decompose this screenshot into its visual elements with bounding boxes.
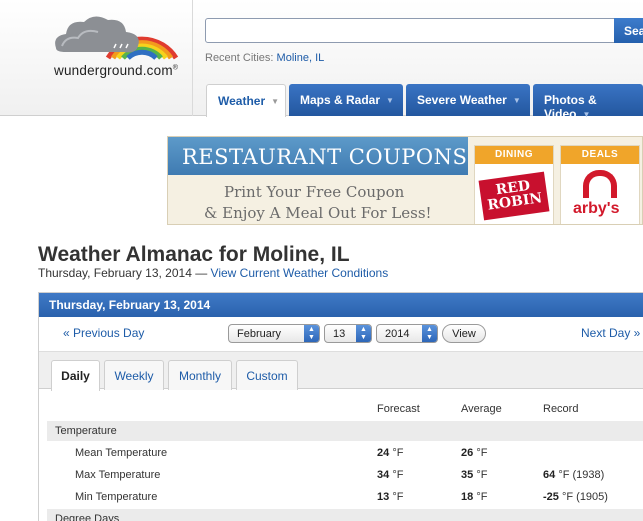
tab-daily[interactable]: Daily	[51, 360, 100, 391]
value: 13	[377, 491, 390, 503]
unit: °F	[392, 447, 404, 459]
updown-arrows-icon: ▲ ▼	[422, 325, 437, 342]
updown-arrows-icon: ▲ ▼	[304, 325, 319, 342]
ad-title: RESTAURANT COUPONS	[168, 137, 468, 175]
search-button[interactable]: Sea	[614, 18, 643, 43]
chevron-down-icon: ▼	[512, 96, 521, 105]
red-robin-logo: RED ROBIN	[478, 171, 550, 221]
value: 35	[461, 469, 474, 481]
page-title: Weather Almanac for Moline, IL	[38, 243, 350, 266]
recent-city-link[interactable]: Moline, IL	[277, 52, 325, 64]
year-value: 2014	[385, 328, 410, 340]
unit: °F	[476, 447, 488, 459]
value: 26	[461, 447, 474, 459]
unit: °F	[558, 469, 570, 481]
day-select[interactable]: 13 ▲ ▼	[324, 324, 372, 343]
tab-weekly[interactable]: Weekly	[104, 360, 164, 390]
row-label-mean: Mean Temperature	[75, 447, 168, 459]
logo-wordmark: wunderground.com®	[54, 63, 179, 78]
ad-card-head: DINING	[475, 146, 553, 164]
row-label-max: Max Temperature	[75, 469, 161, 481]
max-forecast: 34 °F	[377, 469, 403, 481]
max-record: 64 °F (1938)	[543, 469, 604, 481]
ad-line-1: Print Your Free Coupon	[224, 183, 405, 201]
panel-header: Thursday, February 13, 2014	[39, 293, 643, 317]
nav-tab-severe-weather[interactable]: Severe Weather ▼	[406, 84, 530, 116]
nav-tab-label: Maps & Radar	[300, 93, 381, 107]
site-header: wunderground.com® Sea Recent Cities: Mol…	[0, 0, 643, 121]
chevron-down-icon: ▼	[271, 97, 280, 106]
ad-line-2: & Enjoy A Meal Out For Less!	[204, 204, 432, 222]
nav-tab-label: Weather	[218, 94, 266, 108]
almanac-panel: Thursday, February 13, 2014 « Previous D…	[38, 292, 643, 521]
value: 18	[461, 491, 474, 503]
unit: °F	[476, 491, 488, 503]
previous-day-link[interactable]: « Previous Day	[63, 326, 144, 340]
view-button[interactable]: View	[442, 324, 486, 343]
search-input[interactable]	[205, 18, 615, 43]
updown-arrows-icon: ▲ ▼	[356, 325, 371, 342]
recent-cities: Recent Cities: Moline, IL	[205, 52, 324, 64]
chevron-down-icon: ▼	[582, 110, 591, 119]
ad-card-deals[interactable]: DEALS arby's	[560, 145, 640, 224]
tab-bar: Daily Weekly Monthly Custom	[39, 351, 643, 391]
month-select[interactable]: February ▲ ▼	[228, 324, 320, 343]
value: 24	[377, 447, 390, 459]
mean-average: 26 °F	[461, 447, 487, 459]
min-record: -25 °F (1905)	[543, 491, 608, 503]
nav-tab-maps-radar[interactable]: Maps & Radar ▼	[289, 84, 403, 116]
ad-card-head: DEALS	[561, 146, 639, 164]
min-average: 18 °F	[461, 491, 487, 503]
section-degree-days: Degree Days	[47, 509, 643, 521]
section-temperature: Temperature	[47, 421, 643, 441]
tab-custom[interactable]: Custom	[236, 360, 298, 390]
column-header-average: Average	[461, 403, 502, 415]
restaurant-coupons-ad[interactable]: RESTAURANT COUPONS Print Your Free Coupo…	[167, 136, 643, 225]
current-conditions-link[interactable]: View Current Weather Conditions	[211, 266, 389, 280]
record-year: (1938)	[572, 469, 605, 481]
page-subtitle: Thursday, February 13, 2014 — View Curre…	[38, 266, 388, 280]
unit: °F	[476, 469, 488, 481]
column-header-forecast: Forecast	[377, 403, 420, 415]
arbys-logo: arby's	[573, 200, 620, 217]
arbys-hat-icon	[583, 170, 617, 198]
row-label-min: Min Temperature	[75, 491, 158, 503]
date-text: Thursday, February 13, 2014 —	[38, 266, 208, 280]
logo-area[interactable]: wunderground.com®	[0, 0, 193, 116]
unit: °F	[561, 491, 574, 503]
mean-forecast: 24 °F	[377, 447, 403, 459]
recent-cities-label: Recent Cities:	[205, 52, 274, 64]
value: 34	[377, 469, 390, 481]
value: -25	[543, 491, 559, 503]
nav-tab-weather[interactable]: Weather ▼	[206, 84, 286, 117]
unit: °F	[392, 491, 404, 503]
max-average: 35 °F	[461, 469, 487, 481]
month-value: February	[237, 328, 282, 340]
next-day-link[interactable]: Next Day »	[581, 326, 640, 340]
min-forecast: 13 °F	[377, 491, 403, 503]
ad-card-dining[interactable]: DINING RED ROBIN	[474, 145, 554, 224]
value: 64	[543, 469, 556, 481]
nav-tab-label: Severe Weather	[417, 93, 507, 107]
year-select[interactable]: 2014 ▲ ▼	[376, 324, 438, 343]
column-header-record: Record	[543, 403, 579, 415]
logo-cloud-rainbow-icon	[55, 16, 179, 60]
tab-monthly[interactable]: Monthly	[168, 360, 232, 390]
day-value: 13	[333, 328, 346, 340]
record-year: (1905)	[576, 491, 608, 503]
unit: °F	[392, 469, 404, 481]
chevron-down-icon: ▼	[386, 96, 394, 105]
nav-tab-photos-video[interactable]: Photos & Video ▼	[533, 84, 643, 121]
